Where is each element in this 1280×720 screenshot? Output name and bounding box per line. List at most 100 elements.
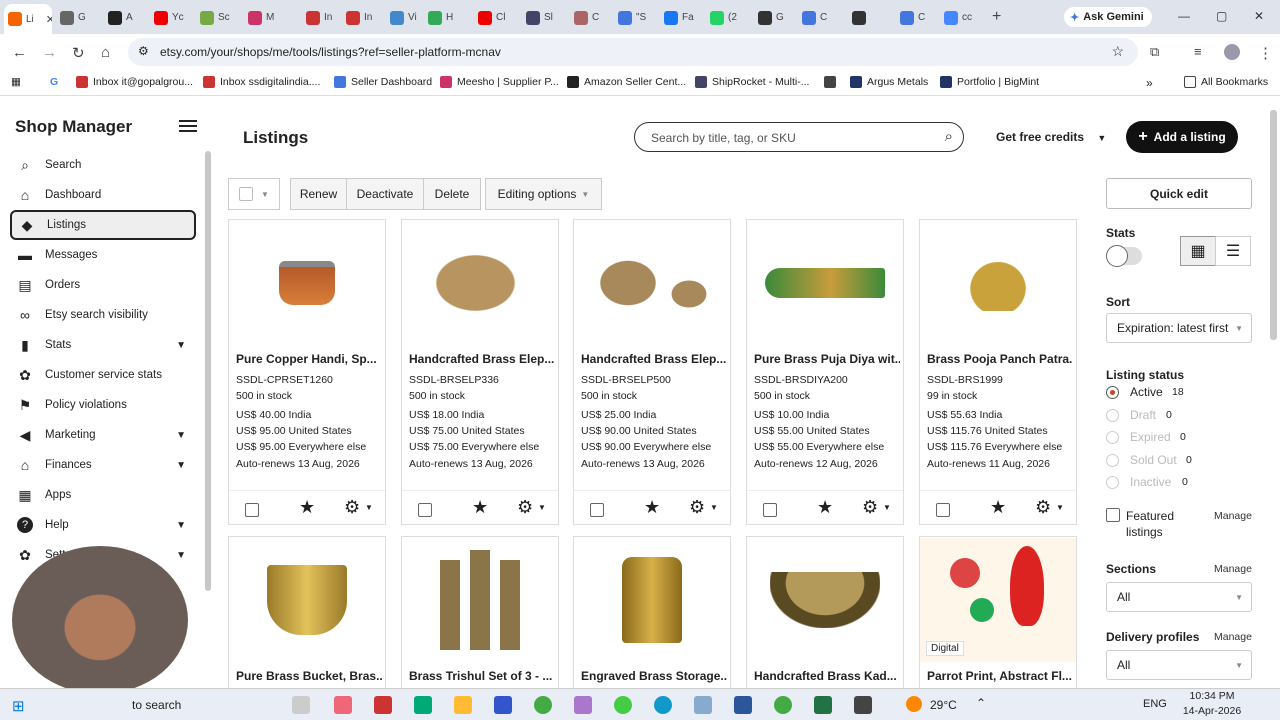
apps-grid-icon[interactable]: ▦ — [11, 76, 21, 88]
browser-tab[interactable]: A — [104, 5, 146, 30]
bookmark-item[interactable]: ShipRocket - Multi-... — [695, 76, 809, 88]
app-icon[interactable] — [374, 696, 392, 714]
listing-search-input[interactable]: Search by title, tag, or SKU ⌕ — [634, 122, 964, 152]
file-explorer-icon[interactable] — [454, 696, 472, 714]
search-icon[interactable]: ⌕ — [945, 128, 953, 145]
sidebar-item-customer-service-stats[interactable]: ✿ Customer service stats — [10, 360, 196, 390]
listing-card[interactable]: Pure Brass Bucket, Bras... — [228, 536, 386, 696]
listing-card[interactable]: Pure Copper Handi, Sp... SSDL-CPRSET1260 5… — [228, 219, 386, 525]
gear-icon[interactable]: ⚙ — [862, 497, 878, 518]
sidebar-item-messages[interactable]: ▬ Messages — [10, 240, 196, 270]
listing-title[interactable]: Handcrafted Brass Elep... — [409, 352, 555, 366]
browser-tab[interactable]: G — [56, 5, 100, 30]
caret-down-icon[interactable]: ▼ — [710, 503, 718, 512]
sidebar-item-policy-violations[interactable]: ⚑ Policy violations — [10, 390, 196, 420]
clock-date[interactable]: 14-Apr-2026 — [1179, 705, 1245, 717]
caret-down-icon[interactable]: ▼ — [1056, 503, 1064, 512]
listing-image[interactable] — [229, 537, 385, 663]
browser-tab[interactable]: C — [896, 5, 936, 30]
listing-title[interactable]: Handcrafted Brass Kad... — [754, 669, 900, 683]
sidebar-scrollbar[interactable] — [205, 151, 211, 591]
select-all-dropdown[interactable]: ▼ — [228, 178, 280, 210]
tray-chevron-icon[interactable]: ⌃ — [976, 696, 986, 710]
star-icon[interactable]: ★ — [817, 497, 833, 518]
browser-tab[interactable]: Li ✕ — [4, 4, 52, 34]
gear-icon[interactable]: ⚙ — [689, 497, 705, 518]
browser-tab[interactable]: Vi — [386, 5, 422, 30]
bookmark-item[interactable]: Inbox it@gopalgrou... — [76, 76, 193, 88]
bookmark-item[interactable]: Amazon Seller Cent... — [567, 76, 686, 88]
sidebar-item-orders[interactable]: ▤ Orders — [10, 270, 196, 300]
bookmark-item[interactable]: Seller Dashboard — [334, 76, 432, 88]
app-icon[interactable] — [574, 696, 592, 714]
listing-image[interactable] — [920, 220, 1076, 346]
listing-image[interactable] — [402, 220, 558, 346]
listing-card[interactable]: Brass Trishul Set of 3 - ... — [401, 536, 559, 696]
browser-tab[interactable]: In — [342, 5, 382, 30]
listing-image[interactable] — [747, 537, 903, 663]
sidebar-item-search[interactable]: ⌕ Search — [10, 150, 196, 180]
app-icon[interactable] — [614, 696, 632, 714]
listing-card[interactable]: Digital Parrot Print, Abstract Fl... — [919, 536, 1077, 696]
browser-tab[interactable]: G — [754, 5, 794, 30]
bookmark-star-icon[interactable]: ☆ — [1111, 43, 1124, 60]
listing-title[interactable]: Pure Brass Puja Diya wit... — [754, 352, 900, 366]
delivery-select[interactable]: All ▼ — [1106, 650, 1252, 680]
gear-icon[interactable]: ⚙ — [517, 497, 533, 518]
browser-tab[interactable]: Sc — [196, 5, 240, 30]
browser-tab[interactable]: Sl — [522, 5, 566, 30]
listing-title[interactable]: Parrot Print, Abstract Fl... — [927, 669, 1073, 683]
caret-down-icon[interactable]: ▼ — [883, 503, 891, 512]
close-tab-icon[interactable]: ✕ — [46, 13, 52, 26]
status-label[interactable]: Draft — [1130, 408, 1156, 422]
minimize-button[interactable]: — — [1178, 9, 1190, 23]
browser-tab[interactable]: In — [302, 5, 340, 30]
sidebar-item-help[interactable]: ? Help ▼ — [10, 510, 196, 540]
close-window-button[interactable]: ✕ — [1254, 9, 1264, 23]
more-bookmarks-icon[interactable]: » — [1146, 76, 1153, 90]
free-credits-dropdown[interactable]: Get free credits ▼ — [996, 130, 1106, 144]
chrome-icon[interactable] — [774, 696, 792, 714]
bookmark-item[interactable]: Meesho | Supplier P... — [440, 76, 559, 88]
maximize-button[interactable]: ▢ — [1216, 9, 1227, 23]
listing-card[interactable]: Pure Brass Puja Diya wit... SSDL-BRSDIYA2… — [746, 219, 904, 525]
sidebar-item-dashboard[interactable]: ⌂ Dashboard — [10, 180, 196, 210]
windows-start-icon[interactable]: ⊞ — [12, 697, 25, 715]
app-icon[interactable] — [854, 696, 872, 714]
listing-checkbox[interactable] — [763, 503, 777, 517]
select-all-checkbox[interactable] — [239, 187, 254, 201]
app-icon[interactable] — [694, 696, 712, 714]
status-radio[interactable] — [1106, 431, 1119, 444]
status-label[interactable]: Inactive — [1130, 475, 1171, 489]
page-scrollbar[interactable] — [1270, 110, 1277, 340]
listing-image[interactable] — [402, 537, 558, 663]
sections-manage-link[interactable]: Manage — [1214, 563, 1252, 575]
sidebar-item-marketing[interactable]: ◀ Marketing ▼ — [10, 420, 196, 450]
quick-edit-button[interactable]: Quick edit — [1106, 178, 1252, 209]
listing-image[interactable] — [747, 220, 903, 346]
hamburger-menu-icon[interactable] — [179, 120, 197, 132]
weather-temp[interactable]: 29°C — [930, 698, 957, 712]
chevron-down-icon[interactable]: ▼ — [176, 430, 186, 441]
media-icon[interactable]: ≡ — [1194, 44, 1202, 59]
caret-down-icon[interactable]: ▼ — [538, 503, 546, 512]
listing-card[interactable]: Handcrafted Brass Kad... — [746, 536, 904, 696]
bookmark-item[interactable]: Portfolio | BigMint — [940, 76, 1039, 88]
listing-title[interactable]: Brass Pooja Panch Patra... — [927, 352, 1073, 366]
listing-card[interactable]: Engraved Brass Storage... — [573, 536, 731, 696]
deactivate-button[interactable]: Deactivate — [346, 178, 424, 210]
bookmark-item[interactable]: Inbox ssdigitalindia.... — [203, 76, 320, 88]
delivery-manage-link[interactable]: Manage — [1214, 631, 1252, 643]
ask-gemini-button[interactable]: ✦ Ask Gemini — [1064, 7, 1152, 27]
app-icon[interactable] — [414, 696, 432, 714]
extensions-icon[interactable]: ⧉ — [1150, 44, 1159, 60]
delete-button[interactable]: Delete — [423, 178, 481, 210]
listing-checkbox[interactable] — [936, 503, 950, 517]
sections-select[interactable]: All ▼ — [1106, 582, 1252, 612]
task-view-icon[interactable] — [292, 696, 310, 714]
reload-icon[interactable]: ↻ — [72, 44, 85, 62]
grid-view-icon[interactable]: ▦ — [1180, 236, 1216, 266]
status-label[interactable]: Sold Out — [1130, 453, 1177, 467]
browser-tab[interactable]: C — [570, 5, 610, 30]
browser-tab[interactable]: (2 — [706, 5, 750, 30]
